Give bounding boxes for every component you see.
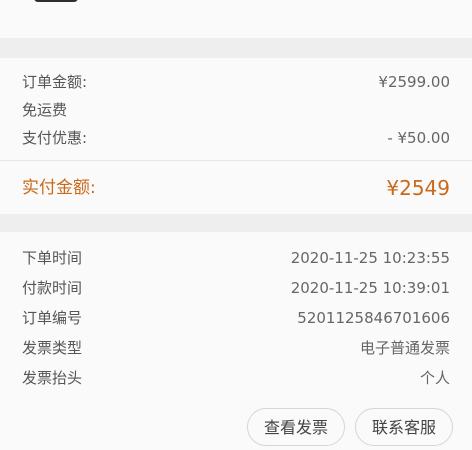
order-time-row: 下单时间 2020-11-25 10:23:55 bbox=[22, 244, 450, 272]
view-invoice-button[interactable]: 查看发票 bbox=[246, 408, 345, 446]
summary-divider bbox=[0, 160, 472, 161]
paid-amount-value: ¥2549 bbox=[386, 176, 450, 200]
section-gap-middle bbox=[0, 214, 472, 232]
order-amount-value: ¥2599.00 bbox=[378, 73, 450, 91]
order-actions: 查看发票 联系客服 bbox=[246, 408, 453, 446]
invoice-type-value: 电子普通发票 bbox=[359, 339, 450, 357]
discount-row: 支付优惠: - ¥50.00 bbox=[22, 124, 450, 152]
paid-amount-row: 实付金额: ¥2549 bbox=[22, 172, 450, 204]
order-amount-label: 订单金额: bbox=[22, 73, 88, 91]
discount-value: - ¥50.00 bbox=[387, 129, 450, 147]
product-thumbnail bbox=[34, 0, 78, 2]
invoice-type-row: 发票类型 电子普通发票 bbox=[22, 334, 450, 362]
payment-time-label: 付款时间 bbox=[22, 279, 83, 297]
discount-label: 支付优惠: bbox=[22, 129, 88, 147]
paid-amount-label: 实付金额: bbox=[22, 178, 96, 198]
order-details-section: 下单时间 2020-11-25 10:23:55 付款时间 2020-11-25… bbox=[0, 232, 472, 450]
payment-time-row: 付款时间 2020-11-25 10:39:01 bbox=[22, 274, 450, 302]
payment-summary-section: 订单金额: ¥2599.00 免运费 支付优惠: - ¥50.00 实付金额: … bbox=[0, 58, 472, 214]
invoice-title-label: 发票抬头 bbox=[22, 369, 83, 387]
order-number-value: 5201125846701606 bbox=[297, 309, 450, 327]
shipping-label: 免运费 bbox=[22, 101, 68, 119]
order-time-value: 2020-11-25 10:23:55 bbox=[290, 249, 450, 267]
order-number-label: 订单编号 bbox=[22, 309, 83, 327]
invoice-type-label: 发票类型 bbox=[22, 339, 83, 357]
shipping-row: 免运费 bbox=[22, 96, 450, 124]
order-amount-row: 订单金额: ¥2599.00 bbox=[22, 68, 450, 96]
payment-time-value: 2020-11-25 10:39:01 bbox=[290, 279, 450, 297]
section-gap-top bbox=[0, 38, 472, 58]
invoice-title-value: 个人 bbox=[419, 369, 450, 387]
product-header-strip bbox=[0, 0, 472, 38]
invoice-title-row: 发票抬头 个人 bbox=[22, 364, 450, 392]
order-time-label: 下单时间 bbox=[22, 249, 83, 267]
contact-service-button[interactable]: 联系客服 bbox=[354, 408, 453, 446]
order-number-row: 订单编号 5201125846701606 bbox=[22, 304, 450, 332]
